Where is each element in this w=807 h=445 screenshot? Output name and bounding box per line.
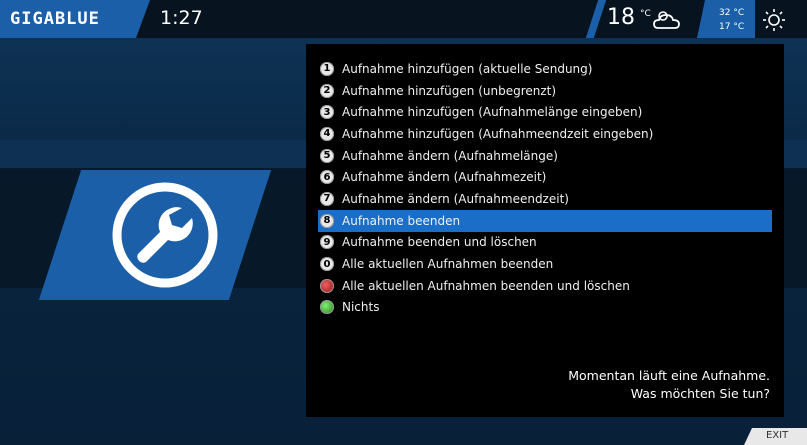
menu-item-label: Aufnahme hinzufügen (Aufnahmeendzeit ein… [342,126,654,141]
message-line-2: Was möchten Sie tun? [630,386,770,401]
message-line-1: Momentan läuft eine Aufnahme. [568,368,770,383]
temp-max: 32 °C [719,8,745,18]
exit-label: EXIT [766,430,789,441]
menu-item[interactable]: 6 Aufnahme ändern (Aufnahmezeit) [318,166,772,188]
menu-item[interactable]: 5 Aufnahme ändern (Aufnahmelänge) [318,145,772,167]
menu-item[interactable]: 0 Alle aktuellen Aufnahmen beenden [318,253,772,275]
top-bar: GIGABLUE 1:27 18 °C 32 °C 17 °C [0,0,807,38]
red-button-icon [320,278,334,293]
number-key-icon: 2 [320,83,334,98]
menu-item-label: Aufnahme hinzufügen (Aufnahmelänge einge… [342,105,643,120]
divider [585,0,607,38]
temperature-unit: °C [640,9,651,19]
sun-icon [763,9,785,31]
menu-item-label: Aufnahme ändern (Aufnahmezeit) [342,170,547,185]
menu-item-label: Aufnahme beenden und löschen [342,235,537,250]
settings-wrench-icon [112,182,218,288]
exit-button[interactable]: EXIT [744,428,807,445]
number-key-icon: 4 [320,126,334,141]
menu-item-label: Aufnahme ändern (Aufnahmeendzeit) [342,191,569,206]
number-key-icon: 9 [320,235,334,250]
menu-item-label: Aufnahme ändern (Aufnahmelänge) [342,148,558,163]
green-button-icon [320,300,334,315]
number-key-icon: 3 [320,105,334,120]
options-menu: 1 Aufnahme hinzufügen (aktuelle Sendung) 2… [318,58,772,318]
cloudy-icon [653,11,680,29]
number-key-icon: 8 [320,213,334,228]
number-key-icon: 5 [320,148,334,163]
temperature: 18 [607,5,635,30]
temp-min: 17 °C [719,22,745,32]
number-key-icon: 0 [320,257,334,272]
clock: 1:27 [160,7,203,29]
number-key-icon: 6 [320,170,334,185]
menu-item-label: Aufnahme hinzufügen (aktuelle Sendung) [342,61,593,76]
menu-item-label: Aufnahme beenden [342,213,461,228]
menu-item[interactable]: 3 Aufnahme hinzufügen (Aufnahmelänge eing… [318,101,772,123]
menu-item-label: Alle aktuellen Aufnahmen beenden [342,257,554,272]
menu-item[interactable]: 7 Aufnahme ändern (Aufnahmeendzeit) [318,188,772,210]
menu-item[interactable]: 1 Aufnahme hinzufügen (aktuelle Sendung) [318,58,772,80]
record-options-panel: 1 Aufnahme hinzufügen (aktuelle Sendung) 2… [306,44,784,417]
menu-item-label: Alle aktuellen Aufnahmen beenden und lös… [342,278,630,293]
menu-item-label: Nichts [342,300,380,315]
menu-item[interactable]: 8 Aufnahme beenden [318,209,772,232]
menu-item[interactable]: Alle aktuellen Aufnahmen beenden und lös… [318,275,772,297]
menu-item[interactable]: 2 Aufnahme hinzufügen (unbegrenzt) [318,80,772,102]
menu-item-label: Aufnahme hinzufügen (unbegrenzt) [342,83,557,98]
menu-item[interactable]: 9 Aufnahme beenden und löschen [318,232,772,254]
logo-area: GIGABLUE [0,0,150,38]
menu-item[interactable]: Nichts [318,297,772,319]
temp-range: 32 °C 17 °C [697,0,755,38]
brand-logo: GIGABLUE [10,9,100,29]
status-message: Momentan läuft eine Aufnahme. Was möchte… [568,367,770,403]
number-key-icon: 1 [320,61,334,76]
number-key-icon: 7 [320,191,334,206]
menu-item[interactable]: 4 Aufnahme hinzufügen (Aufnahmeendzeit ei… [318,123,772,145]
